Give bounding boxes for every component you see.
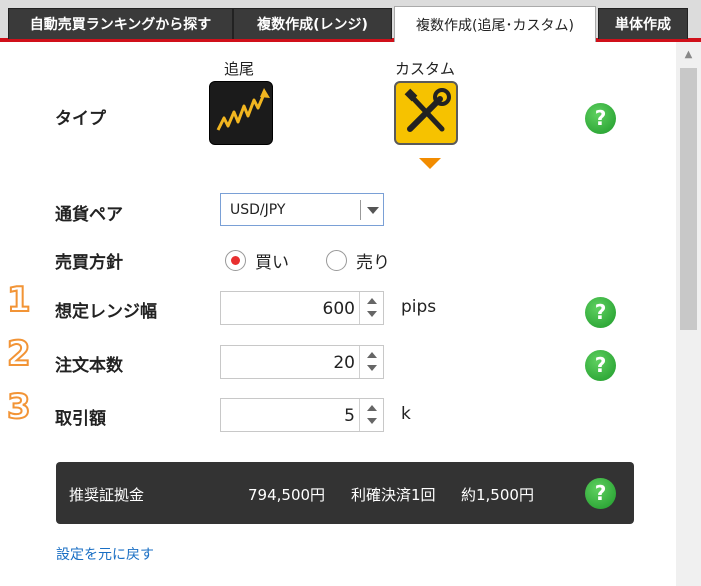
amount-stepper[interactable]: 5 xyxy=(220,398,384,432)
orders-stepper[interactable]: 20 xyxy=(220,345,384,379)
scrollbar[interactable]: ▲ xyxy=(676,42,701,586)
orders-help-icon[interactable]: ? xyxy=(585,350,616,381)
orders-label: 注文本数 xyxy=(55,356,123,376)
range-stepper[interactable]: 600 xyxy=(220,291,384,325)
tools-icon[interactable] xyxy=(394,81,458,145)
tab-single[interactable]: 単体作成 xyxy=(598,8,688,39)
buy-radio[interactable] xyxy=(225,250,246,271)
spin-up-icon[interactable] xyxy=(367,298,377,304)
select-separator xyxy=(360,200,361,220)
type-help-icon[interactable]: ? xyxy=(585,103,616,134)
spin-down-icon[interactable] xyxy=(367,365,377,371)
range-unit: pips xyxy=(401,297,437,317)
orders-value[interactable]: 20 xyxy=(333,353,355,373)
settle-count: 利確決済1回 xyxy=(351,486,436,504)
amount-unit: k xyxy=(401,404,411,424)
currency-value: USD/JPY xyxy=(230,202,286,218)
tab-multi-trail-custom[interactable]: 複数作成(追尾･カスタム) xyxy=(394,6,596,42)
side-label: 売買方針 xyxy=(55,253,123,273)
tab-bar: 自動売買ランキングから探す 複数作成(レンジ) 複数作成(追尾･カスタム) 単体… xyxy=(0,0,701,42)
scroll-up-arrow-icon[interactable]: ▲ xyxy=(676,46,701,64)
sell-label[interactable]: 売り xyxy=(356,248,390,273)
type-trail-label: 追尾 xyxy=(224,60,255,78)
step-number-1: 1 xyxy=(6,279,32,321)
currency-select[interactable]: USD/JPY xyxy=(220,193,384,226)
type-label: タイプ xyxy=(55,109,106,129)
range-spinner[interactable] xyxy=(359,292,383,324)
trailing-chart-icon-graphic xyxy=(216,88,270,131)
range-label: 想定レンジ幅 xyxy=(55,302,157,322)
tab-ranking[interactable]: 自動売買ランキングから探す xyxy=(8,8,233,39)
range-help-icon[interactable]: ? xyxy=(585,297,616,328)
step-number-3: 3 xyxy=(6,386,32,428)
scroll-thumb[interactable] xyxy=(680,68,697,330)
chevron-down-icon[interactable] xyxy=(367,207,379,214)
selected-indicator-icon xyxy=(419,158,441,169)
recommended-margin-bar: 推奨証拠金 794,500円 利確決済1回 約1,500円 ? xyxy=(56,462,634,524)
summary-help-icon[interactable]: ? xyxy=(585,478,616,509)
spin-up-icon[interactable] xyxy=(367,352,377,358)
amount-value[interactable]: 5 xyxy=(344,406,355,426)
spin-down-icon[interactable] xyxy=(367,311,377,317)
amount-spinner[interactable] xyxy=(359,399,383,431)
margin-value: 794,500円 xyxy=(248,486,326,504)
tools-icon-graphic xyxy=(404,88,451,132)
profit-estimate: 約1,500円 xyxy=(461,486,534,504)
spin-down-icon[interactable] xyxy=(367,418,377,424)
tab-multi-range[interactable]: 複数作成(レンジ) xyxy=(233,8,392,39)
range-value[interactable]: 600 xyxy=(323,299,355,319)
step-number-2: 2 xyxy=(6,333,32,375)
margin-label: 推奨証拠金 xyxy=(69,486,145,504)
orders-spinner[interactable] xyxy=(359,346,383,378)
currency-label: 通貨ペア xyxy=(55,205,123,225)
amount-label: 取引額 xyxy=(55,409,106,429)
spin-up-icon[interactable] xyxy=(367,405,377,411)
buy-label[interactable]: 買い xyxy=(255,248,289,273)
type-custom-label: カスタム xyxy=(395,60,456,78)
trailing-chart-icon[interactable] xyxy=(209,81,273,145)
reset-settings-link[interactable]: 設定を元に戻す xyxy=(56,544,154,564)
sell-radio[interactable] xyxy=(326,250,347,271)
